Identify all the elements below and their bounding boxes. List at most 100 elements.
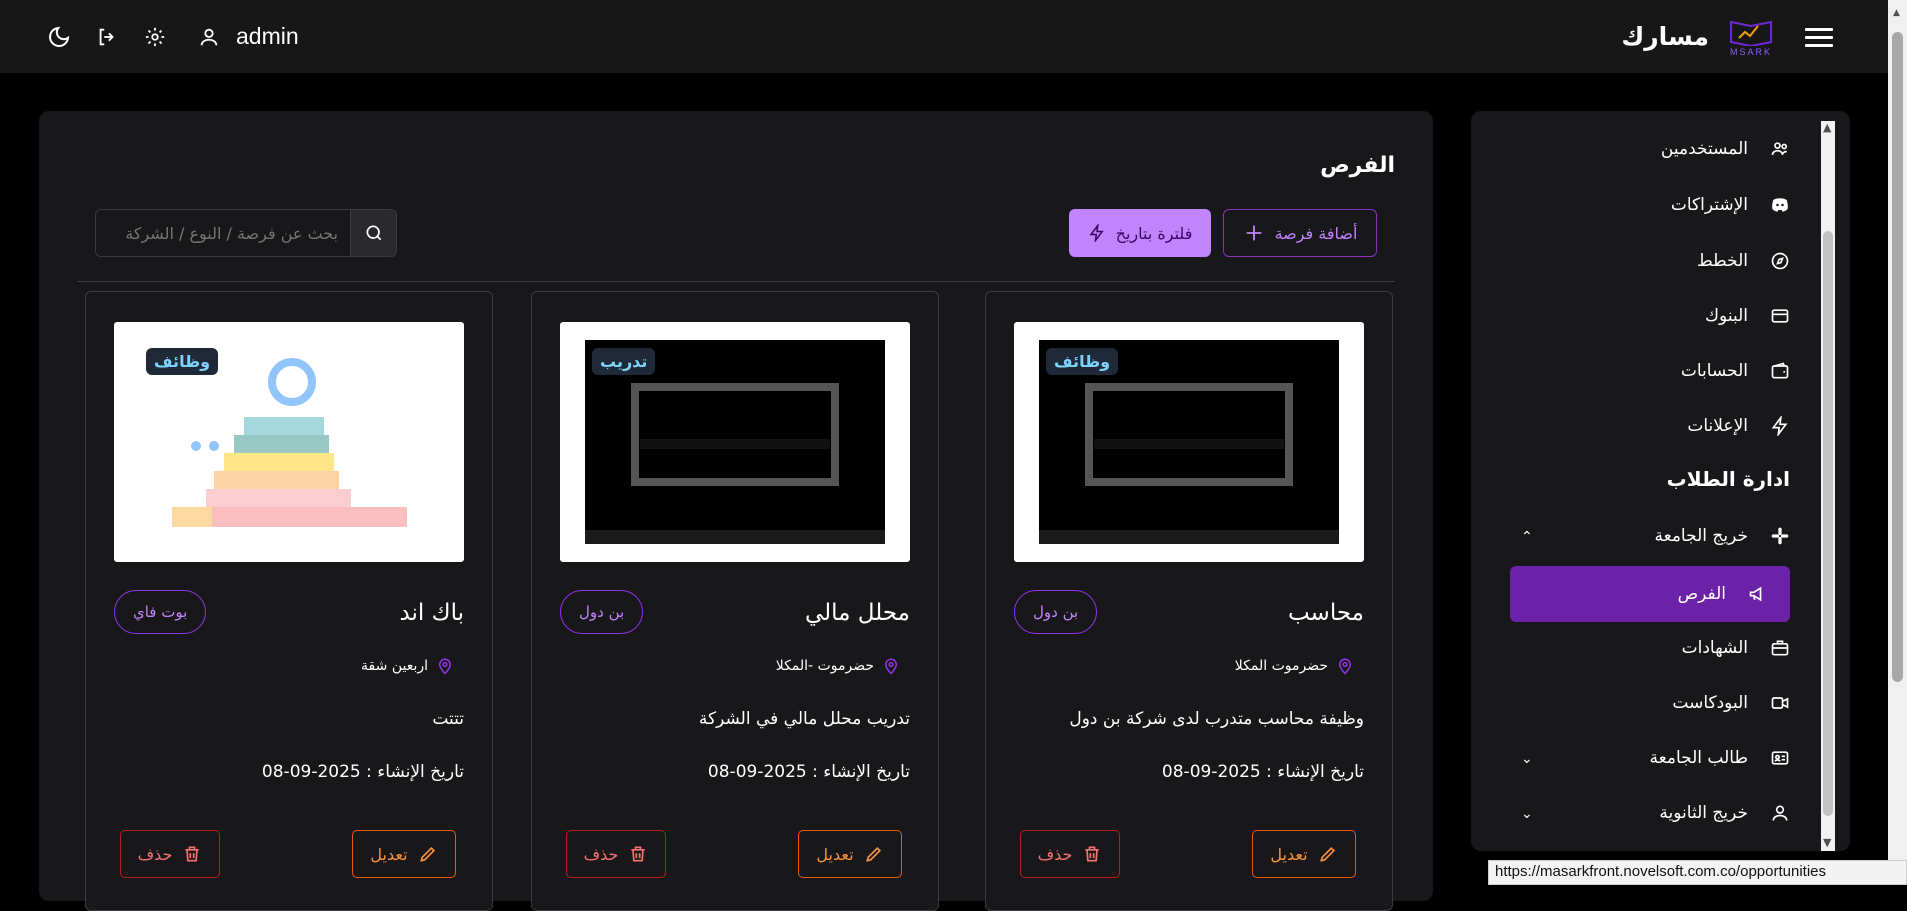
edit-button[interactable]: تعديل: [1252, 830, 1356, 878]
lightning-icon: [1771, 416, 1788, 436]
brand: مسارك MSARK: [1621, 13, 1775, 61]
sidebar-item-banks[interactable]: البنوك: [1705, 306, 1790, 326]
opportunities-panel: الفرص فلترة بتاريخ أضافة فرصة وظائف محاس…: [39, 111, 1433, 911]
company-chip[interactable]: بن دول: [1014, 590, 1098, 634]
brand-area: مسارك MSARK: [1621, 13, 1833, 61]
sidebar-item-label: الحسابات: [1680, 361, 1748, 381]
edit-button[interactable]: تعديل: [352, 830, 456, 878]
logo-caption: MSARK: [1729, 47, 1772, 57]
briefcase-icon: [1771, 640, 1789, 656]
delete-button[interactable]: حذف: [120, 830, 220, 878]
sidebar-item-label: المستخدمين: [1660, 139, 1748, 159]
sidebar-item-label: الفرص: [1677, 584, 1726, 604]
card-title: محلل مالي: [804, 600, 910, 626]
lightning-icon: [1089, 224, 1104, 242]
delete-button[interactable]: حذف: [1020, 830, 1120, 878]
username: admin: [236, 23, 299, 49]
chevron-down-icon[interactable]: ⌄: [1521, 751, 1533, 767]
sidebar-item-users[interactable]: المستخدمين: [1661, 139, 1790, 159]
search-input[interactable]: [96, 210, 350, 256]
delete-button[interactable]: حذف: [566, 830, 666, 878]
dark-mode-icon[interactable]: [46, 24, 72, 50]
settings-gear-icon[interactable]: [142, 24, 168, 50]
location-pin-icon: [1338, 658, 1352, 675]
search-button[interactable]: [350, 210, 396, 256]
sidebar-item-label: خريج الثانوية: [1659, 803, 1748, 823]
sidebar-scrollbar[interactable]: ▲ ▼: [1821, 121, 1835, 851]
id-card-icon: [1771, 751, 1789, 765]
sidebar-item-label: خريج الجامعة: [1654, 526, 1748, 546]
top-bar-actions: admin: [46, 23, 299, 50]
sidebar-group-university-students[interactable]: طالب الجامعة: [1650, 748, 1790, 768]
company-chip[interactable]: بن دول: [560, 590, 644, 634]
discord-icon: [1772, 198, 1788, 212]
location-text: حضرموت المكلا: [1234, 658, 1328, 674]
sidebar: المستخدمين الإشتراكات الخطط البنوك الحسا…: [1471, 111, 1850, 851]
scroll-up-arrow-icon[interactable]: ▲: [1893, 8, 1900, 18]
card-location: حضرموت -المكلا: [776, 657, 900, 675]
logout-icon[interactable]: [94, 24, 120, 50]
edit-label: تعديل: [1270, 844, 1308, 864]
chevron-up-icon[interactable]: ⌃: [1521, 529, 1533, 545]
compass-icon: [1771, 252, 1789, 270]
sidebar-item-subscriptions[interactable]: الإشتراكات: [1671, 195, 1790, 215]
sidebar-group-university-graduates[interactable]: خريج الجامعة: [1655, 526, 1790, 546]
add-opportunity-button[interactable]: أضافة فرصة: [1223, 209, 1377, 257]
wallet-icon: [1771, 362, 1789, 379]
hamburger-menu-icon[interactable]: [1805, 26, 1833, 48]
opportunity-card: وظائف باك اند بوت فاي اربعين شقة تتتت تا…: [85, 291, 493, 911]
trash-icon: [185, 846, 200, 862]
sidebar-item-podcast[interactable]: البودكاست: [1672, 693, 1790, 713]
top-bar: admin مسارك MSARK: [0, 0, 1888, 73]
page-scrollbar[interactable]: ▲: [1888, 0, 1907, 885]
divider: [77, 281, 1395, 282]
filter-button-label: فلترة بتاريخ: [1115, 223, 1193, 243]
scroll-down-arrow-icon[interactable]: ▼: [1823, 836, 1831, 849]
card-date: تاريخ الإنشاء : 2025-09-08: [707, 762, 910, 782]
card-image: وظائف: [114, 322, 464, 562]
card-description: تدريب محلل مالي في الشركة: [698, 709, 910, 729]
location-text: اربعين شقة: [361, 658, 428, 674]
user-menu[interactable]: admin: [198, 23, 299, 50]
pencil-icon: [1319, 846, 1335, 862]
type-badge: وظائف: [1046, 348, 1119, 375]
sidebar-item-label: الإشتراكات: [1670, 195, 1748, 215]
edit-label: تعديل: [370, 844, 408, 864]
sidebar-group-highschool-graduates[interactable]: خريج الثانوية: [1659, 803, 1790, 823]
slack-icon: [1771, 527, 1789, 545]
card-title: باك اند: [399, 600, 464, 626]
sidebar-item-certificates[interactable]: الشهادات: [1682, 638, 1790, 658]
card-date: تاريخ الإنشاء : 2025-09-08: [261, 762, 464, 782]
filter-by-date-button[interactable]: فلترة بتاريخ: [1069, 209, 1211, 257]
card-image: تدريب: [560, 322, 910, 562]
sidebar-item-ads[interactable]: الإعلانات: [1687, 416, 1790, 436]
location-text: حضرموت -المكلا: [775, 658, 874, 674]
page-scrollbar-thumb[interactable]: [1892, 32, 1903, 682]
sidebar-item-label: الإعلانات: [1687, 416, 1748, 436]
chevron-down-icon[interactable]: ⌄: [1521, 806, 1533, 822]
sidebar-item-label: البودكاست: [1672, 693, 1748, 713]
type-badge: وظائف: [146, 348, 219, 375]
location-pin-icon: [438, 658, 452, 675]
trash-icon: [1085, 846, 1100, 862]
company-chip[interactable]: بوت فاي: [114, 590, 207, 634]
card-description: وظيفة محاسب متدرب لدى شركة بن دول: [1069, 709, 1364, 729]
pencil-icon: [419, 846, 435, 862]
card-image: وظائف: [1014, 322, 1364, 562]
megaphone-icon: [1749, 586, 1762, 602]
sidebar-item-opportunities[interactable]: الفرص: [1510, 566, 1790, 622]
plus-icon: [1246, 225, 1261, 241]
add-button-label: أضافة فرصة: [1274, 223, 1358, 243]
scroll-up-arrow-icon[interactable]: ▲: [1823, 121, 1831, 134]
edit-label: تعديل: [816, 844, 854, 864]
trash-icon: [631, 846, 646, 862]
card-date: تاريخ الإنشاء : 2025-09-08: [1161, 762, 1364, 782]
scrollbar-thumb[interactable]: [1823, 231, 1833, 816]
delete-label: حذف: [1037, 844, 1073, 864]
sidebar-item-accounts[interactable]: الحسابات: [1681, 361, 1790, 381]
card-title: محاسب: [1287, 600, 1364, 626]
location-pin-icon: [884, 658, 898, 675]
sidebar-item-plans[interactable]: الخطط: [1697, 251, 1790, 271]
status-url: https://masarkfront.novelsoft.com.co/opp…: [1488, 860, 1907, 885]
edit-button[interactable]: تعديل: [798, 830, 902, 878]
